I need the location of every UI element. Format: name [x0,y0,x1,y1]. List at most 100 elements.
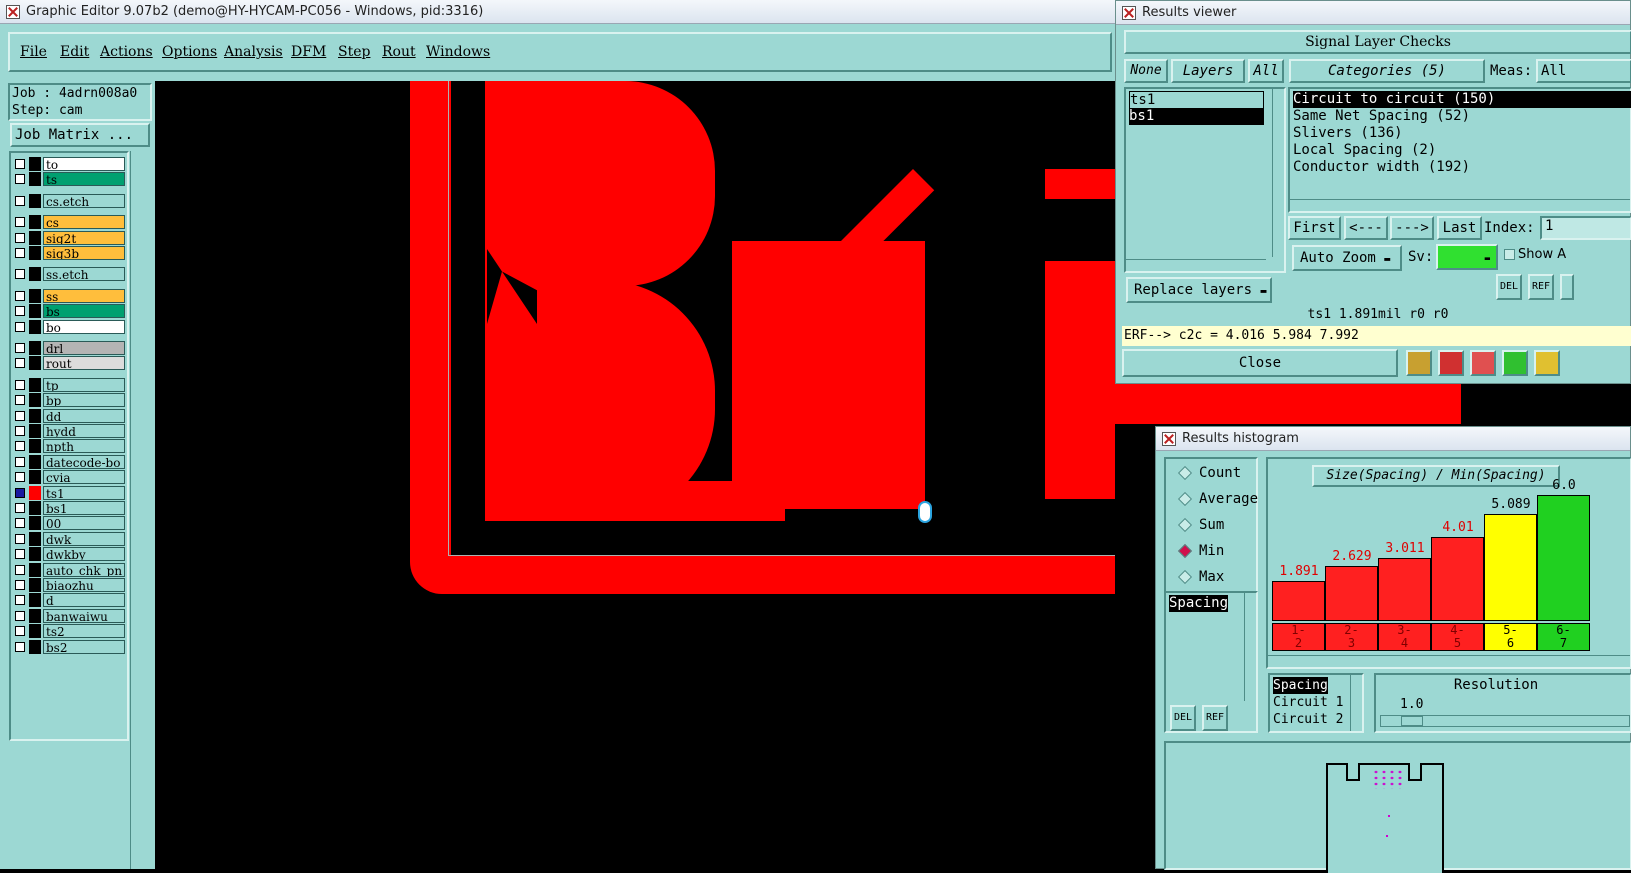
histogram-bin-label[interactable]: 5- 6 [1484,623,1537,651]
histogram-bar[interactable] [1325,566,1378,621]
layer-checkbox[interactable] [15,321,25,332]
layer-name[interactable]: ts [43,172,125,187]
radio-indicator[interactable] [1177,491,1193,507]
layer-name[interactable]: biaozhu [43,578,125,592]
layer-row-ts1[interactable]: ts1 [13,485,125,500]
show-checkbox[interactable] [1504,249,1515,260]
menu-step[interactable]: Step [338,44,370,60]
layer-checkbox[interactable] [15,456,25,467]
layer-checkbox[interactable] [15,641,25,652]
category-item[interactable]: Same Net Spacing (52) [1293,108,1470,125]
last-button[interactable]: Last [1437,216,1482,240]
results-layer-list[interactable]: ts1 bs1 [1124,87,1286,273]
layer-name[interactable]: sig2t [43,230,125,245]
building-icon[interactable] [1406,350,1432,376]
histogram-list-scrollbar[interactable] [1244,593,1256,701]
first-button[interactable]: First [1288,216,1341,240]
layer-row-to[interactable]: to [13,157,125,171]
layer-row-bs1[interactable]: bs1 [13,501,125,515]
layer-checkbox[interactable] [15,217,25,228]
categories-list[interactable]: Circuit to circuit (150) Same Net Spacin… [1288,87,1631,213]
categories-button[interactable]: Categories (5) [1289,59,1485,83]
layer-list-hscrollbar[interactable] [1126,259,1266,271]
delete-mark-icon[interactable]: DEL [1170,705,1196,731]
menu-file[interactable]: File [20,44,47,60]
close-button[interactable]: Close [1122,349,1398,377]
auto-zoom-dropdown[interactable]: Auto Zoom ▬ [1292,245,1402,271]
histogram-bin-label[interactable]: 2- 3 [1325,623,1378,651]
layer-name[interactable]: datecode-bo [43,454,125,469]
layer-checkbox[interactable] [15,269,25,280]
layer-name[interactable]: cvia [43,470,125,485]
layer-checkbox[interactable] [15,395,25,406]
layer-checkbox[interactable] [15,159,25,169]
menu-options[interactable]: Options [162,44,217,60]
meas-dropdown[interactable]: All [1536,59,1631,83]
layer-name[interactable]: bs1 [43,501,125,515]
layer-checkbox[interactable] [15,306,25,317]
layer-row-bs2[interactable]: bs2 [13,639,125,654]
layer-row-ss[interactable]: ss [13,288,125,303]
layer-row-biaozhu[interactable]: biaozhu [13,578,125,592]
layer-name[interactable]: cs [43,215,125,230]
layer-checkbox[interactable] [15,343,25,353]
layer-list-scrollbar[interactable] [1272,89,1284,257]
layer-name[interactable]: banwaiwu [43,608,125,623]
layer-name[interactable]: drl [43,341,125,355]
layer-row-cs[interactable]: cs [13,215,125,230]
layer-checkbox[interactable] [15,564,25,575]
sv-color-dropdown[interactable]: ▬ [1436,244,1498,270]
circuit-attr-list[interactable]: Spacing Circuit 1 Circuit 2 [1268,673,1364,733]
layer-checkbox[interactable] [15,580,25,590]
layer-row-ts[interactable]: ts [13,172,125,187]
layer-name[interactable]: dwk [43,531,125,546]
layer-row-cvia[interactable]: cvia [13,470,125,485]
layer-name[interactable]: ts2 [43,624,125,639]
layer-row-bp[interactable]: bp [13,393,125,408]
menu-windows[interactable]: Windows [426,44,490,60]
category-item[interactable]: Local Spacing (2) [1293,142,1436,159]
erase-icon[interactable] [1470,350,1496,376]
histogram-bin-label[interactable]: 6- 7 [1537,623,1590,651]
radio-indicator[interactable] [1177,543,1193,559]
attr-item[interactable]: Circuit 2 [1273,711,1343,728]
replace-layers-dropdown[interactable]: Replace layers ▬ [1126,277,1272,303]
layer-row-ss-etch[interactable]: ss.etch [13,267,125,282]
layer-name[interactable]: npth [43,439,125,454]
layer-name[interactable]: auto_chk_pn [43,562,125,577]
menu-actions[interactable]: Actions [100,44,153,60]
layer-checkbox[interactable] [15,379,25,390]
delete-mark-icon[interactable]: DEL [1496,274,1522,300]
histogram-bin-label[interactable]: 1- 2 [1272,623,1325,651]
layer-name[interactable]: sig3b [43,246,125,260]
layer-checkbox[interactable] [15,195,25,206]
menu-rout[interactable]: Rout [382,44,416,60]
layer-name[interactable]: ss.etch [43,267,125,282]
layer-row-dwk[interactable]: dwk [13,531,125,546]
next-button[interactable]: ---> [1390,216,1434,240]
layer-name[interactable]: bs2 [43,639,125,654]
numbers-icon[interactable] [1502,350,1528,376]
layer-checkbox[interactable] [15,232,25,243]
layer-row-ts2[interactable]: ts2 [13,624,125,639]
layer-row-bo[interactable]: bo [13,319,125,334]
histogram-bar[interactable] [1272,581,1325,621]
layer-row-sig3b[interactable]: sig3b [13,246,125,260]
layer-name[interactable]: tp [43,377,125,392]
job-matrix-button[interactable]: Job Matrix ... [10,123,150,147]
layer-name[interactable]: dwkby [43,547,125,562]
resolution-slider[interactable] [1380,715,1630,727]
category-item[interactable]: Slivers (136) [1293,125,1403,142]
layer-name[interactable]: cs.etch [43,193,125,208]
layer-name[interactable]: rout [43,356,125,371]
layer-name[interactable]: ss [43,288,125,303]
histogram-bar[interactable] [1431,537,1484,621]
category-item[interactable]: Circuit to circuit (150) [1293,91,1631,108]
layer-checkbox[interactable] [15,290,25,301]
layer-checkbox[interactable] [15,472,25,483]
layer-row-hydd[interactable]: hydd [13,424,125,438]
layer-name[interactable]: bs [43,304,125,319]
layer-row-00[interactable]: 00 [13,516,125,531]
layer-name[interactable]: to [43,157,125,171]
layer-name[interactable]: bp [43,393,125,408]
